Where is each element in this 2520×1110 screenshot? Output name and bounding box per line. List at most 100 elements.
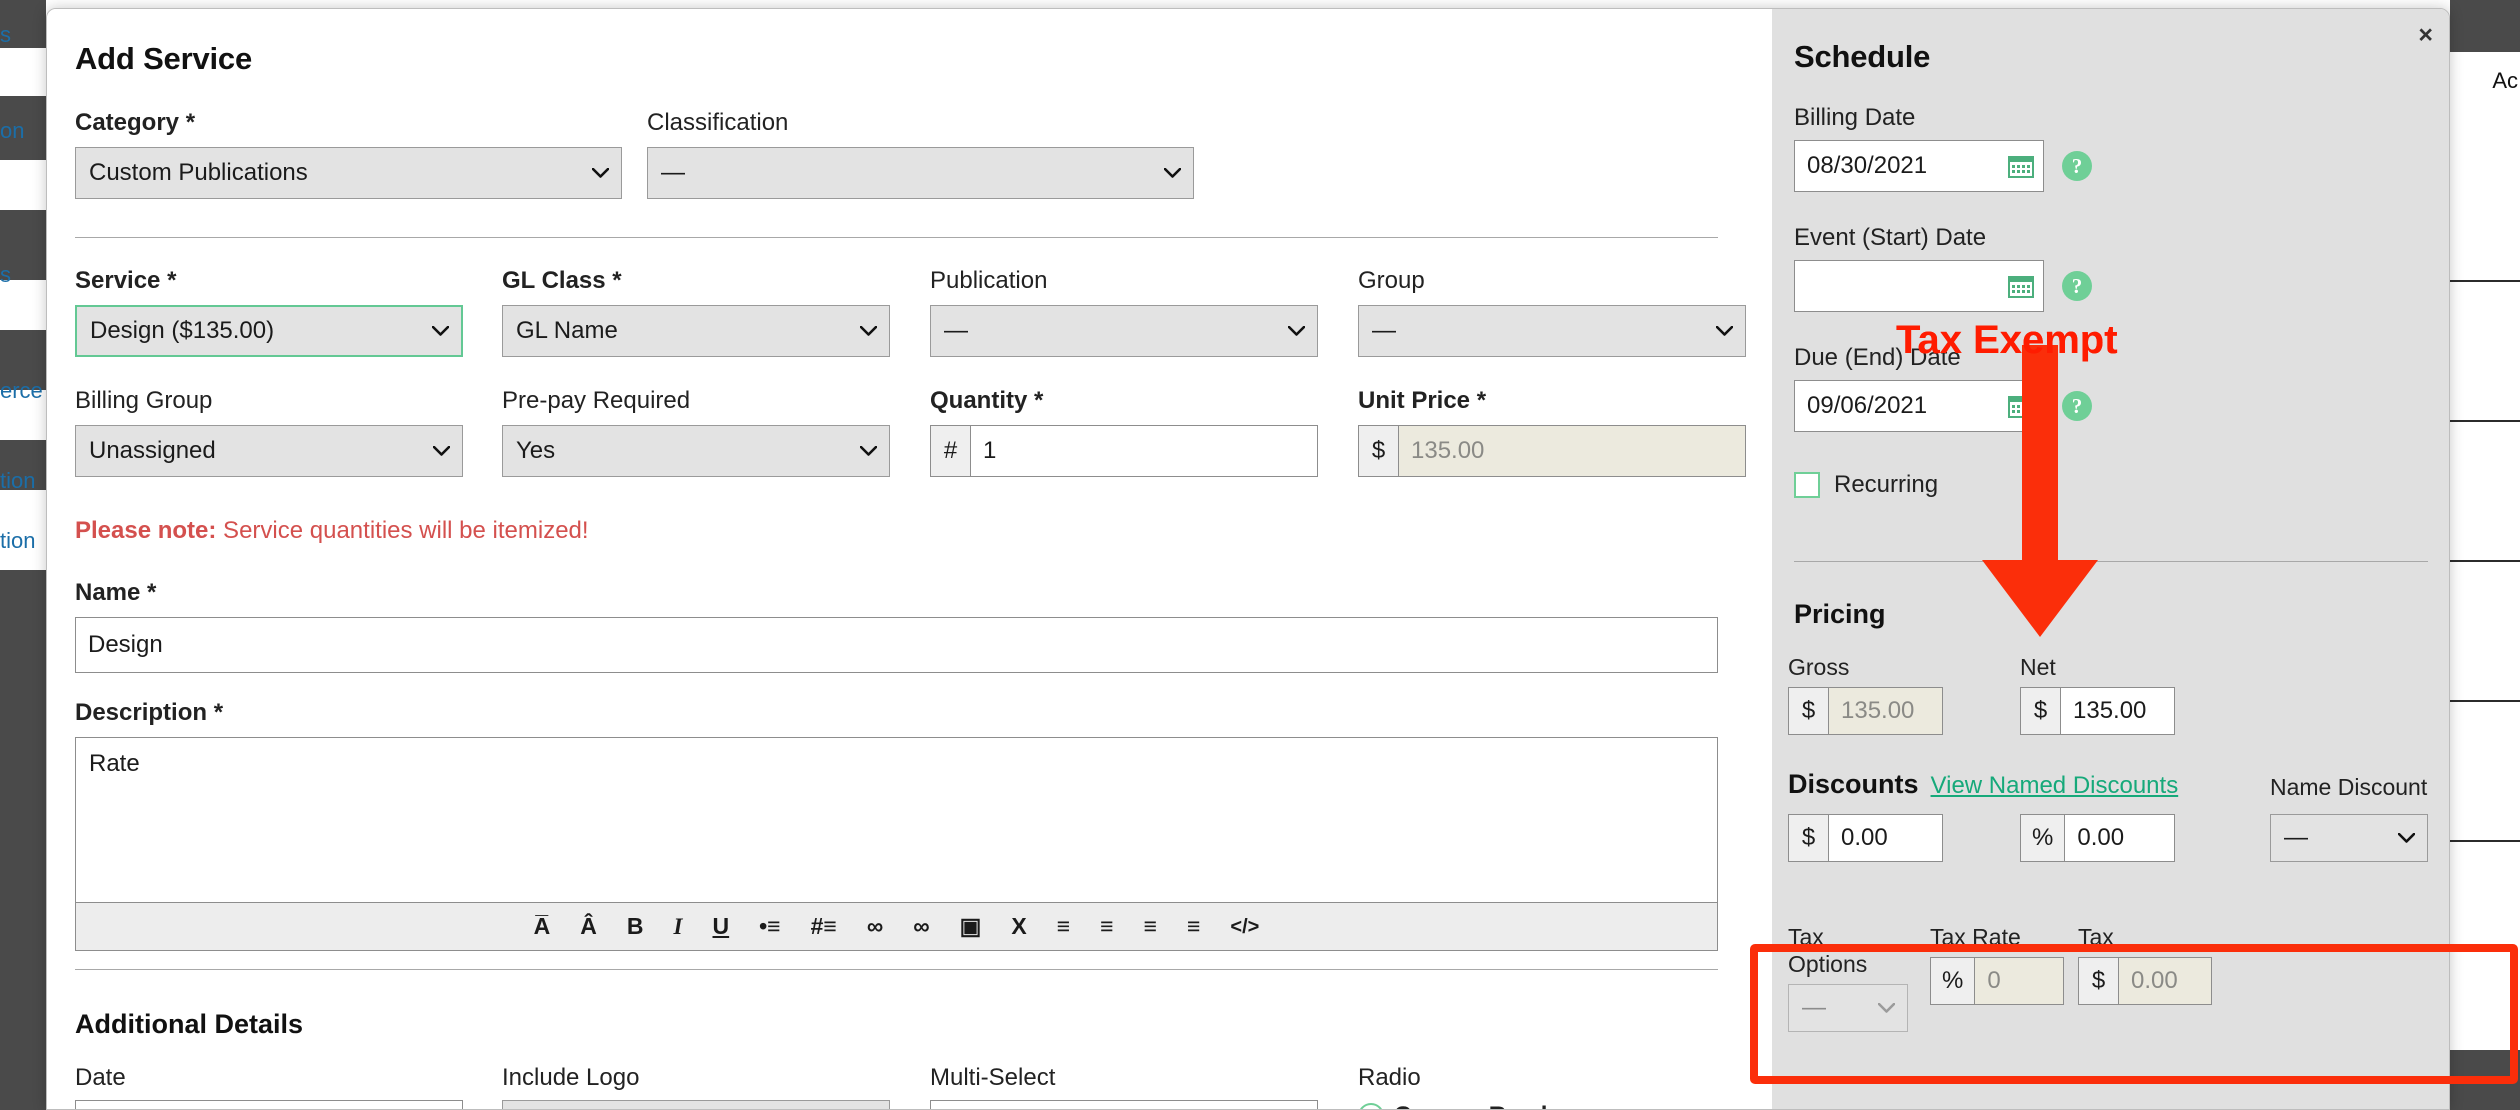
ad-radio-option[interactable]: Camera Ready (1358, 1102, 1746, 1109)
chevron-down-icon (592, 168, 609, 178)
billing-date-value: 08/30/2021 (1807, 152, 1928, 179)
section-divider-1 (75, 237, 1718, 238)
image-icon[interactable]: ▣ (960, 915, 982, 938)
radio-circle-icon[interactable] (1358, 1103, 1384, 1109)
billing-date-label: Billing Date (1794, 104, 1916, 131)
due-date-input[interactable]: 09/06/2021 (1794, 380, 2044, 432)
numbered-list-icon[interactable]: #≡ (811, 915, 837, 938)
bullet-list-icon[interactable]: •≡ (759, 915, 780, 938)
calendar-icon[interactable] (2008, 394, 2034, 418)
service-value: Design ($135.00) (90, 317, 275, 344)
discount-percent-input[interactable]: 0.00 (2064, 814, 2175, 862)
tax-rate-input[interactable]: 0 (1974, 957, 2064, 1005)
ad-radio-label: Radio (1358, 1064, 1421, 1091)
unit-price-label: Unit Price * (1358, 387, 1487, 414)
billing-date-help-icon[interactable]: ? (2062, 151, 2092, 181)
background-left-rail: s on s erce tion tion (0, 0, 46, 1110)
unit-price-input[interactable]: 135.00 (1398, 425, 1746, 477)
tax-rate-label: Tax Rate (1930, 924, 2021, 950)
classification-value: — (661, 159, 685, 186)
recurring-checkbox-row[interactable]: Recurring (1794, 471, 1938, 499)
unlink-icon[interactable]: ∞ (913, 915, 929, 938)
net-input[interactable]: 135.00 (2060, 687, 2175, 735)
chevron-down-icon (860, 446, 877, 456)
schedule-heading: Schedule (1794, 39, 1931, 74)
billing-group-select[interactable]: Unassigned (75, 425, 463, 477)
chevron-down-icon (1878, 1003, 1895, 1013)
calendar-icon[interactable] (2008, 154, 2034, 178)
bold-icon[interactable]: B (627, 915, 644, 938)
discounts-label: Discounts (1788, 769, 1919, 799)
quantity-prefix: # (930, 425, 970, 477)
bg-left-label-0: s (0, 22, 11, 47)
ad-multi-select-input[interactable] (930, 1100, 1318, 1109)
annotation-label-fill: Tax Exempt (1896, 318, 2118, 362)
close-icon[interactable]: × (2418, 21, 2433, 50)
publication-select[interactable]: — (930, 305, 1318, 357)
name-discount-label: Name Discount (2270, 774, 2428, 800)
schedule-pricing-panel: × Schedule Billing Date 08/30/2021 ? Eve… (1772, 9, 2449, 1109)
description-editor: Rate A̅ Â B I U •≡ #≡ ∞ ∞ ▣ X ≡ ≡ ≡ ≡ <… (75, 737, 1718, 951)
modal-main-content: Add Service Category * Custom Publicatio… (47, 9, 1772, 1109)
remove-format-icon[interactable]: X (1011, 915, 1026, 938)
align-justify-icon[interactable]: ≡ (1187, 915, 1200, 938)
ad-include-logo-label: Include Logo (502, 1064, 640, 1091)
align-left-icon[interactable]: ≡ (1057, 915, 1070, 938)
itemized-note: Please note: Service quantities will be … (75, 517, 589, 545)
source-code-icon[interactable]: </> (1230, 917, 1259, 937)
align-center-icon[interactable]: ≡ (1100, 915, 1113, 938)
gl-class-label: GL Class * (502, 267, 622, 294)
prepay-required-select[interactable]: Yes (502, 425, 890, 477)
billing-date-input[interactable]: 08/30/2021 (1794, 140, 2044, 192)
classification-select[interactable]: — (647, 147, 1194, 199)
classification-label: Classification (647, 109, 789, 136)
modal-title: Add Service (75, 41, 252, 76)
chevron-down-icon (1288, 326, 1305, 336)
recurring-checkbox[interactable] (1794, 472, 1820, 498)
tax-amount-label: Tax (2078, 924, 2114, 950)
publication-label: Publication (930, 267, 1048, 294)
gl-class-select[interactable]: GL Name (502, 305, 890, 357)
category-select[interactable]: Custom Publications (75, 147, 622, 199)
link-icon[interactable]: ∞ (867, 915, 883, 938)
unit-price-prefix: $ (1358, 425, 1398, 477)
name-discount-select[interactable]: — (2270, 814, 2428, 862)
net-prefix: $ (2020, 687, 2060, 735)
prepay-required-value: Yes (516, 437, 556, 464)
event-date-help-icon[interactable]: ? (2062, 271, 2092, 301)
quantity-input[interactable]: 1 (970, 425, 1318, 477)
ad-radio-option-label: Camera Ready (1394, 1102, 1561, 1109)
event-date-input[interactable] (1794, 260, 2044, 312)
align-right-icon[interactable]: ≡ (1144, 915, 1157, 938)
category-value: Custom Publications (89, 159, 308, 186)
tax-amount-prefix: $ (2078, 957, 2118, 1005)
group-select[interactable]: — (1358, 305, 1746, 357)
chevron-down-icon (860, 326, 877, 336)
itemized-note-bold: Please note: (75, 517, 217, 544)
discount-amount-prefix: $ (1788, 814, 1828, 862)
bg-left-label-2: s (0, 262, 11, 287)
description-textarea[interactable]: Rate (76, 738, 1717, 902)
gross-input: 135.00 (1828, 687, 1943, 735)
chevron-down-icon (2398, 833, 2415, 843)
ad-include-logo-select[interactable] (502, 1100, 890, 1109)
panel-divider (1794, 561, 2428, 562)
service-select[interactable]: Design ($135.00) (75, 305, 463, 357)
tax-amount-input[interactable]: 0.00 (2118, 957, 2212, 1005)
prepay-required-label: Pre-pay Required (502, 387, 691, 414)
view-named-discounts-link[interactable]: View Named Discounts (1931, 772, 2179, 800)
discount-amount-input[interactable]: 0.00 (1828, 814, 1943, 862)
font-size-decrease-icon[interactable]: A̅ (534, 915, 551, 938)
calendar-icon[interactable] (2008, 274, 2034, 298)
font-size-increase-icon[interactable]: Â (580, 915, 597, 938)
due-date-help-icon[interactable]: ? (2062, 391, 2092, 421)
chevron-down-icon (433, 446, 450, 456)
bg-left-label-4: tion (0, 468, 36, 493)
underline-icon[interactable]: U (713, 915, 730, 938)
ad-date-input[interactable] (75, 1100, 463, 1109)
name-label: Name * (75, 579, 157, 606)
italic-icon[interactable]: I (674, 915, 683, 938)
name-input[interactable]: Design (75, 617, 1718, 673)
bg-right-label: Ac (2492, 68, 2518, 93)
tax-options-select[interactable]: — (1788, 984, 1908, 1032)
